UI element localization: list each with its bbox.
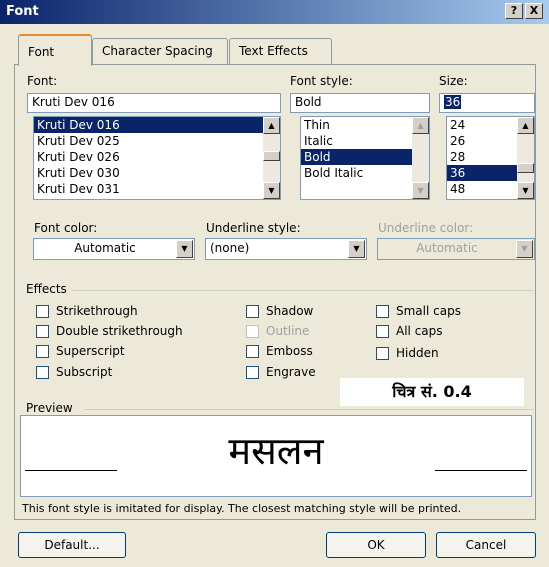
effects-label: Effects — [26, 282, 67, 296]
scroll-up-icon[interactable]: ▲ — [517, 117, 534, 134]
subscript-checkbox[interactable]: Subscript — [36, 365, 112, 379]
scroll-up-icon[interactable]: ▲ — [263, 117, 280, 134]
list-item[interactable]: Kruti Dev 026 — [34, 149, 280, 165]
font-input[interactable]: Kruti Dev 016 — [27, 93, 281, 113]
list-item[interactable]: Kruti Dev 031 — [34, 181, 280, 197]
list-item[interactable]: Thin — [301, 117, 429, 133]
checkbox-box[interactable] — [246, 365, 259, 379]
font-style-list[interactable]: Thin Italic Bold Bold Italic ▲ ▼ — [300, 116, 430, 200]
list-item[interactable]: Kruti Dev 030 — [34, 165, 280, 181]
size-list-scrollbar[interactable]: ▲ ▼ — [517, 117, 534, 199]
underline-style-value: (none) — [210, 241, 250, 255]
scroll-up-icon[interactable]: ▲ — [412, 117, 429, 134]
preview-box: मसलन — [20, 415, 532, 497]
size-list[interactable]: 24 26 28 36 48 ▲ ▼ — [446, 116, 535, 200]
figure-caption: चित्र सं. 0.4 — [340, 378, 524, 406]
cancel-button[interactable]: Cancel — [436, 532, 536, 558]
strikethrough-checkbox[interactable]: Strikethrough — [36, 304, 138, 318]
checkbox-box[interactable] — [36, 324, 49, 338]
chevron-down-icon[interactable]: ▼ — [348, 240, 365, 258]
list-item[interactable]: Bold Italic — [301, 165, 429, 181]
default-button[interactable]: Default... — [18, 532, 126, 558]
chevron-down-icon: ▼ — [516, 240, 533, 258]
font-label: Font: — [27, 74, 58, 88]
checkbox-box — [246, 324, 259, 338]
emboss-checkbox[interactable]: Emboss — [246, 344, 313, 358]
list-item[interactable]: Bold — [301, 149, 429, 165]
font-list[interactable]: Kruti Dev 016 Kruti Dev 025 Kruti Dev 02… — [33, 116, 281, 200]
small-caps-checkbox[interactable]: Small caps — [376, 304, 461, 318]
scroll-down-icon[interactable]: ▼ — [517, 182, 534, 199]
checkbox-box[interactable] — [376, 304, 389, 318]
font-color-label: Font color: — [34, 221, 98, 235]
outline-checkbox: Outline — [246, 324, 309, 338]
preview-label: Preview — [26, 401, 73, 415]
checkbox-box[interactable] — [36, 304, 49, 318]
checkbox-box[interactable] — [36, 365, 49, 379]
scroll-down-icon[interactable]: ▼ — [412, 182, 429, 199]
checkbox-box[interactable] — [246, 304, 259, 318]
checkbox-box[interactable] — [376, 346, 389, 360]
font-style-input[interactable]: Bold — [290, 93, 430, 113]
list-item[interactable]: Italic — [301, 133, 429, 149]
size-input[interactable]: 36 — [439, 93, 535, 113]
list-item[interactable]: Kruti Dev 016 — [34, 117, 280, 133]
preview-note: This font style is imitated for display.… — [22, 502, 462, 515]
checkbox-box[interactable] — [376, 324, 389, 338]
font-color-value: Automatic — [74, 241, 136, 255]
scroll-thumb[interactable] — [517, 163, 534, 173]
list-item[interactable]: Kruti Dev 025 — [34, 133, 280, 149]
engrave-checkbox[interactable]: Engrave — [246, 365, 316, 379]
scroll-thumb[interactable] — [263, 151, 280, 161]
checkbox-box[interactable] — [246, 344, 259, 358]
underline-style-select[interactable]: (none) ▼ — [205, 238, 367, 260]
chevron-down-icon[interactable]: ▼ — [176, 240, 193, 258]
effects-divider — [72, 290, 534, 291]
size-label: Size: — [439, 74, 468, 88]
font-style-scrollbar[interactable]: ▲ ▼ — [412, 117, 429, 199]
hidden-checkbox[interactable]: Hidden — [376, 346, 439, 360]
double-strikethrough-checkbox[interactable]: Double strikethrough — [36, 324, 183, 338]
ok-button[interactable]: OK — [326, 532, 426, 558]
underline-color-value: Automatic — [416, 241, 478, 255]
scroll-down-icon[interactable]: ▼ — [263, 182, 280, 199]
shadow-checkbox[interactable]: Shadow — [246, 304, 313, 318]
underline-color-select: Automatic ▼ — [377, 238, 535, 260]
checkbox-box[interactable] — [36, 344, 49, 358]
superscript-checkbox[interactable]: Superscript — [36, 344, 125, 358]
font-list-scrollbar[interactable]: ▲ ▼ — [263, 117, 280, 199]
underline-color-label: Underline color: — [378, 221, 474, 235]
size-input-value: 36 — [444, 95, 462, 109]
preview-divider — [84, 409, 534, 410]
font-color-select[interactable]: Automatic ▼ — [33, 238, 195, 260]
underline-style-label: Underline style: — [206, 221, 301, 235]
all-caps-checkbox[interactable]: All caps — [376, 324, 443, 338]
font-style-label: Font style: — [290, 74, 353, 88]
preview-sample-text: मसलन — [228, 429, 324, 473]
